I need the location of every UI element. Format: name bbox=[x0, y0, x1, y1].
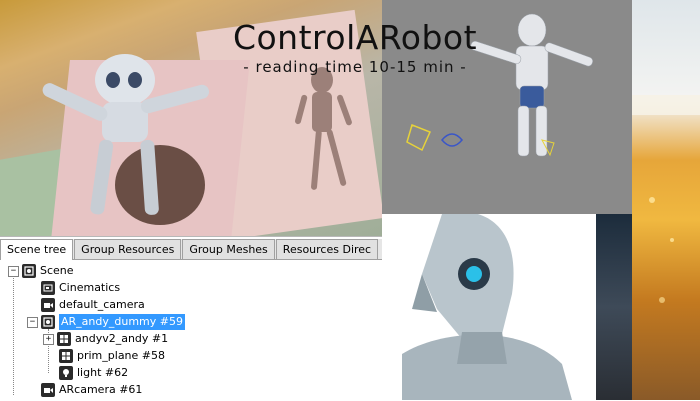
dark-background-photo bbox=[596, 214, 636, 400]
light-icon bbox=[59, 366, 73, 380]
cinematics-icon bbox=[41, 281, 55, 295]
scene-tree: − Scene Cinematics default_camera − AR_a… bbox=[0, 261, 382, 401]
camera-icon bbox=[41, 298, 55, 312]
tree-node-label: andyv2_andy #1 bbox=[75, 332, 169, 345]
tab-group-resources[interactable]: Group Resources bbox=[74, 239, 182, 259]
tree-node-cinematics[interactable]: Cinematics bbox=[41, 280, 120, 296]
scene-tree-window: Scene tree Group Resources Group Meshes … bbox=[0, 236, 382, 401]
tree-node-label: Scene bbox=[40, 264, 74, 277]
tree-node-scene[interactable]: − Scene bbox=[8, 263, 74, 279]
tree-node-label-selected: AR_andy_dummy #59 bbox=[59, 314, 185, 330]
tab-resources-directory[interactable]: Resources Direc bbox=[275, 239, 379, 259]
tab-scene-tree[interactable]: Scene tree bbox=[0, 239, 74, 260]
tree-node-label: prim_plane #58 bbox=[77, 349, 166, 362]
tree-node-arcamera[interactable]: ARcamera #61 bbox=[41, 382, 142, 398]
tree-node-default-camera[interactable]: default_camera bbox=[41, 297, 145, 313]
reading-time-subtitle: - reading time 10-15 min - bbox=[243, 58, 467, 76]
page-title: ControlARobot bbox=[232, 18, 478, 57]
tree-node-label: Cinematics bbox=[59, 281, 121, 294]
tab-group-meshes[interactable]: Group Meshes bbox=[182, 239, 275, 259]
tree-node-ar-andy-dummy[interactable]: − AR_andy_dummy #59 bbox=[27, 314, 185, 330]
mesh-icon bbox=[57, 332, 71, 346]
tree-node-label: ARcamera #61 bbox=[59, 383, 143, 396]
tree-node-label: default_camera bbox=[59, 298, 145, 311]
tree-guide-line bbox=[13, 275, 14, 395]
collapse-toggle-icon[interactable]: − bbox=[8, 265, 19, 277]
camera-icon bbox=[41, 383, 55, 397]
beer-glass-photo bbox=[632, 0, 700, 400]
android-head-illustration bbox=[382, 214, 596, 400]
tree-node-andyv2-andy[interactable]: + andyv2_andy #1 bbox=[43, 331, 168, 347]
tree-node-label: light #62 bbox=[77, 366, 129, 379]
expand-toggle-icon[interactable]: + bbox=[43, 333, 54, 345]
tree-node-light[interactable]: light #62 bbox=[59, 365, 128, 381]
tab-bar: Scene tree Group Resources Group Meshes … bbox=[0, 239, 382, 260]
scene-icon bbox=[22, 264, 36, 278]
dummy-node-icon bbox=[41, 315, 55, 329]
tree-node-prim-plane[interactable]: prim_plane #58 bbox=[59, 348, 165, 364]
collapse-toggle-icon[interactable]: − bbox=[27, 316, 38, 328]
mesh-icon bbox=[59, 349, 73, 363]
